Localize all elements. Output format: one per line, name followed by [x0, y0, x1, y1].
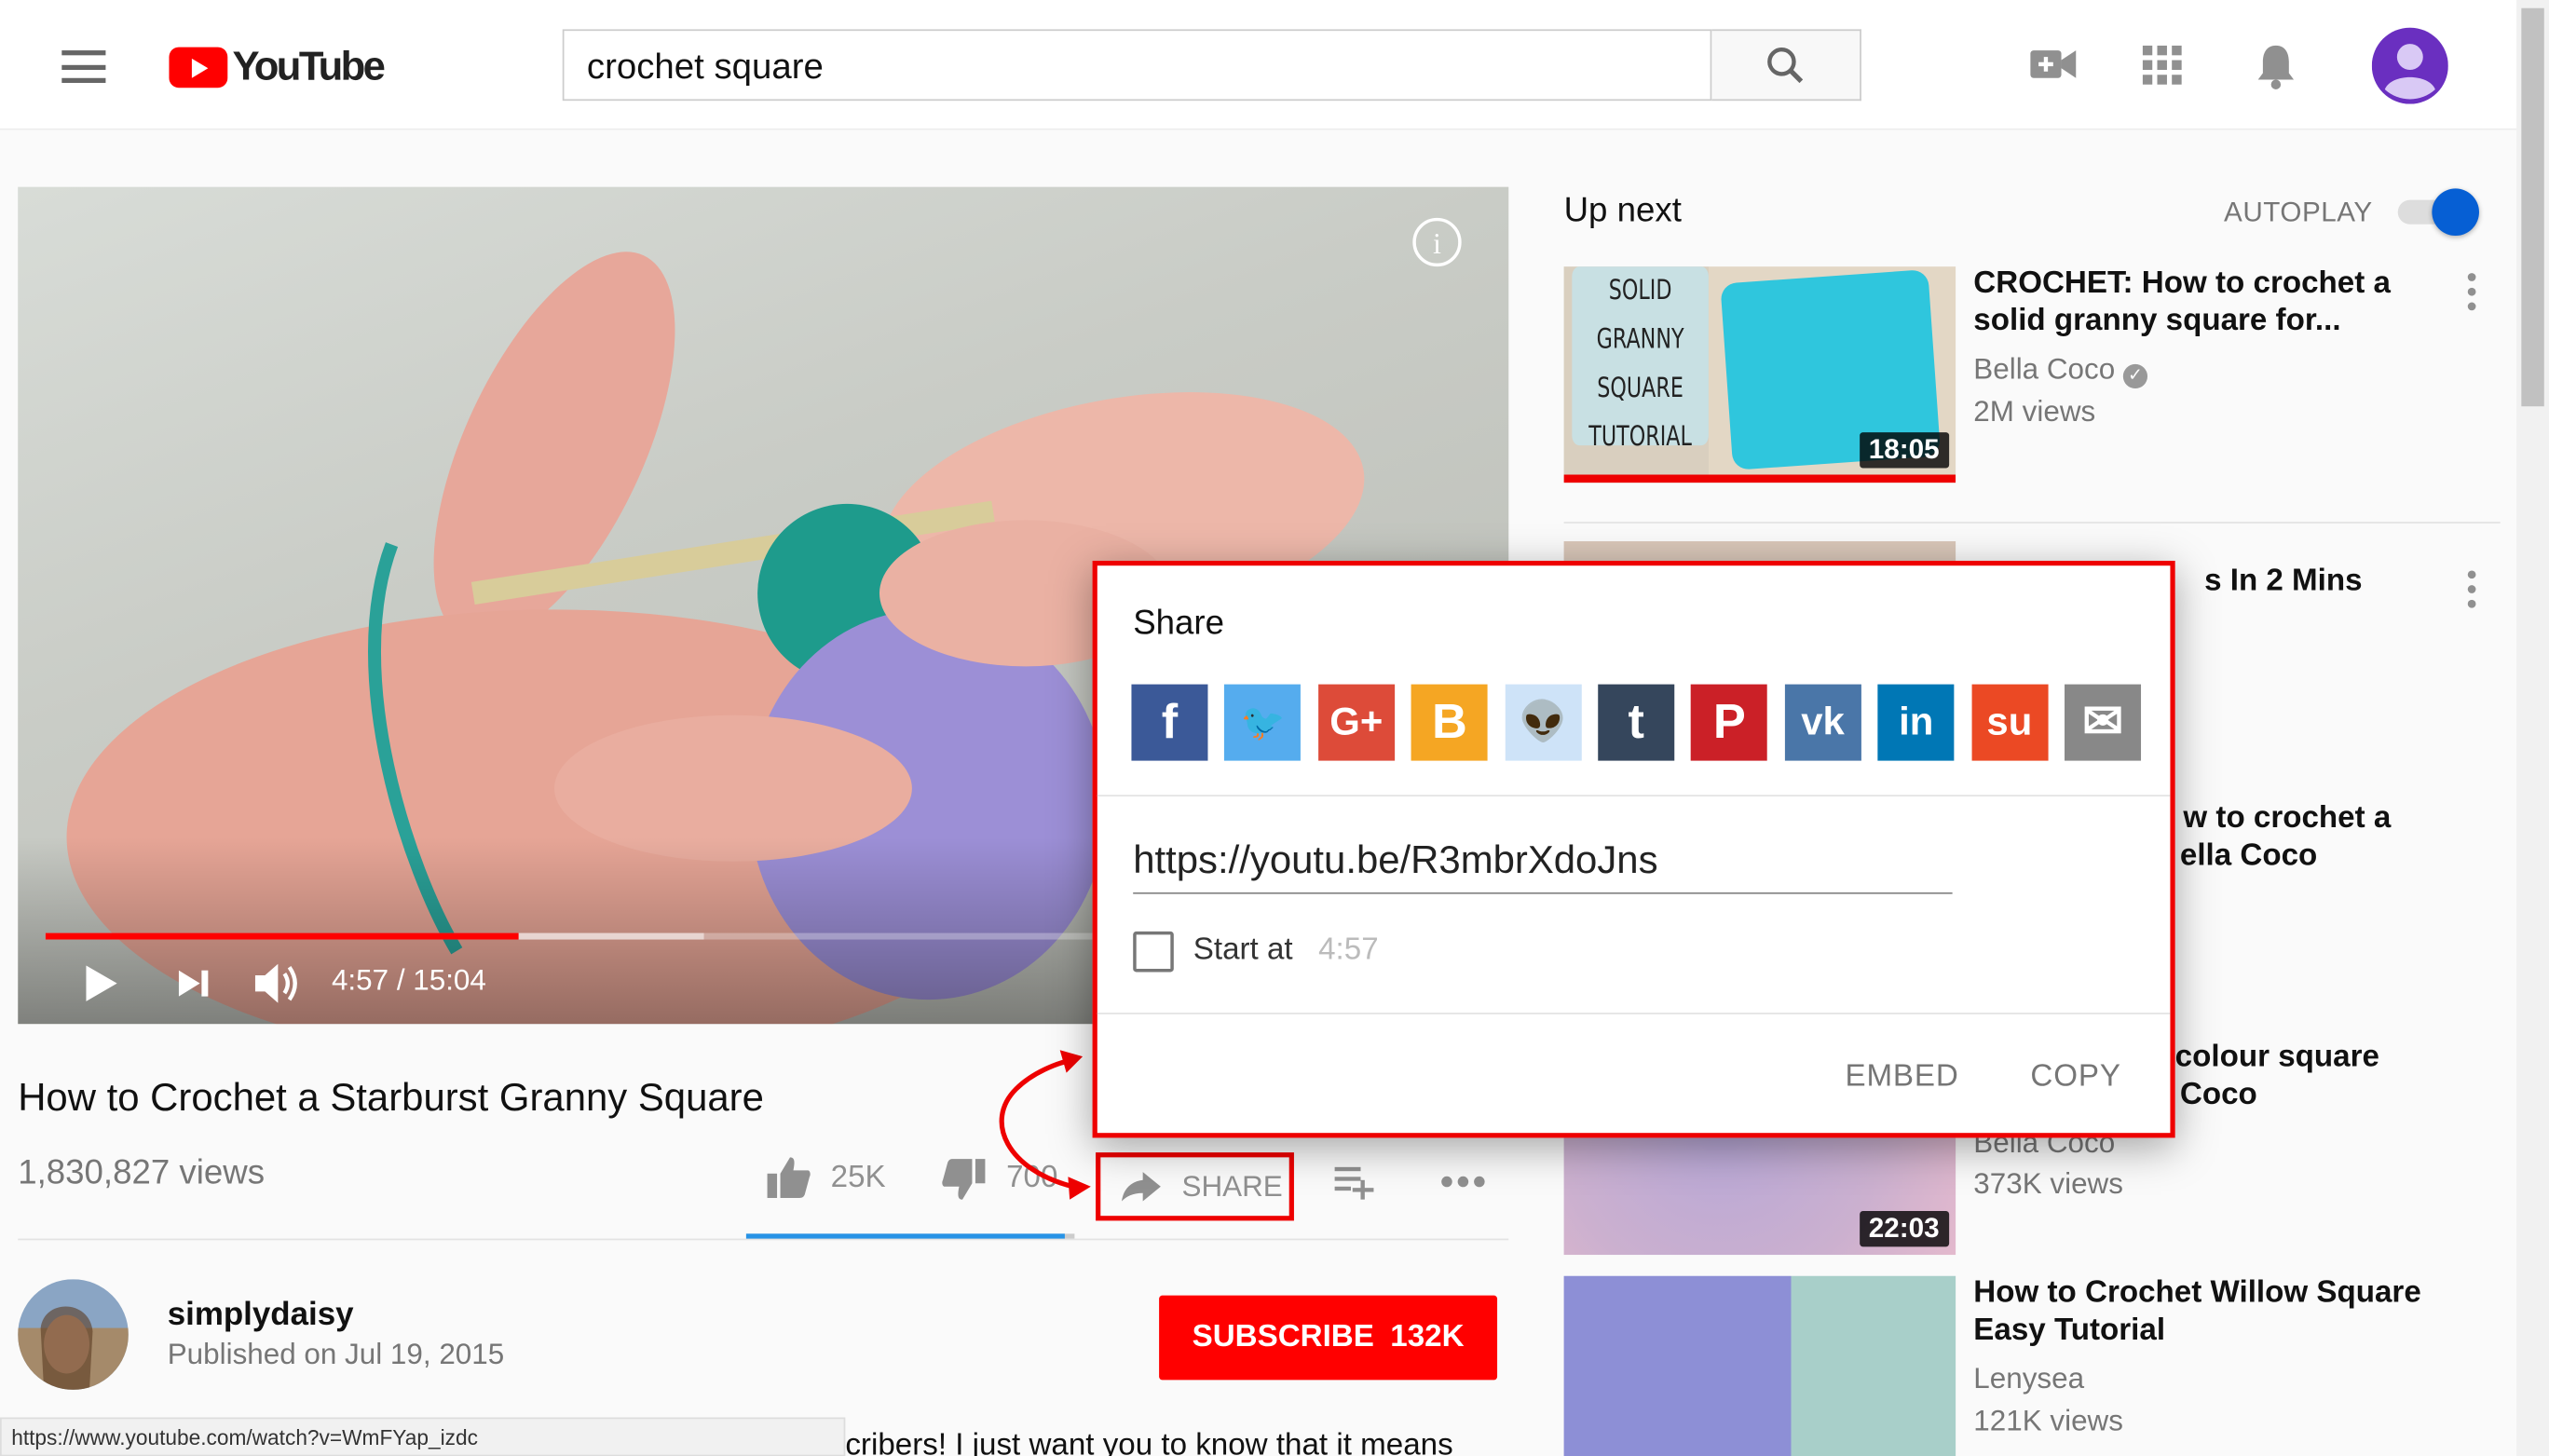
subscribe-label: SUBSCRIBE [1192, 1319, 1374, 1354]
more-actions-icon[interactable] [1440, 1176, 1486, 1189]
more-options-icon[interactable] [2467, 570, 2477, 614]
linkedin-share-icon[interactable]: in [1877, 684, 1955, 761]
share-arrow-icon [1121, 1172, 1161, 1202]
share-button[interactable]: SHARE [1096, 1152, 1294, 1221]
video-title-link-line2: Coco [2179, 1077, 2257, 1112]
subscribe-button[interactable]: SUBSCRIBE 132K [1159, 1295, 1498, 1381]
share-label: SHARE [1181, 1169, 1283, 1203]
channel-name: Lenysea [1973, 1362, 2085, 1395]
view-count: 2M views [1973, 395, 2096, 428]
top-header: YouTube crochet square [0, 0, 2517, 130]
like-count: 25K [830, 1160, 886, 1195]
tumblr-share-icon[interactable]: t [1598, 684, 1675, 761]
time-display: 4:57 / 15:04 [331, 963, 486, 997]
divider [1097, 1013, 2171, 1014]
bell-icon[interactable] [2255, 42, 2297, 90]
embed-button[interactable]: EMBED [1845, 1060, 1958, 1095]
autoplay-label: AUTOPLAY [2224, 197, 2373, 228]
youtube-play-logo-icon [169, 47, 228, 88]
copy-button[interactable]: COPY [2030, 1060, 2120, 1095]
account-avatar[interactable] [2371, 27, 2448, 104]
sentiment-bar [745, 1233, 1075, 1239]
svg-text:i: i [1433, 227, 1441, 260]
youtube-watch-page: YouTube crochet square i 4:57 / 15:04 Ho… [0, 0, 2549, 1456]
twitter-share-icon[interactable]: 🐦 [1224, 684, 1302, 761]
played-bar [45, 932, 518, 940]
menu-icon[interactable] [61, 50, 106, 83]
thumbnail-text: SOLID GRANNY SQUARE TUTORIAL [1572, 266, 1709, 454]
play-icon[interactable] [83, 964, 118, 1003]
video-camera-add-icon[interactable] [2029, 46, 2078, 85]
add-to-playlist-icon[interactable] [1334, 1163, 1377, 1200]
duration-badge: 22:03 [1859, 1210, 1950, 1247]
dialog-title: Share [1133, 605, 1224, 643]
video-title-link[interactable]: colour square [2175, 1039, 2379, 1076]
status-bar-url: https://www.youtube.com/watch?v=WmFYap_i… [0, 1417, 846, 1456]
share-dialog: Share f 🐦 G+ B 👽 t Pvk in su ✉ https://youtu.be/R… [1092, 560, 2175, 1138]
youtube-logo[interactable]: YouTube [169, 44, 386, 91]
duration-badge: 18:05 [1859, 432, 1950, 469]
stumbleupon-share-icon[interactable]: su [1970, 684, 2048, 761]
thumbs-up-icon[interactable] [766, 1156, 811, 1200]
start-at-time[interactable]: 4:57 [1318, 933, 1379, 969]
video-title-link[interactable]: s In 2 Mins [2204, 563, 2363, 600]
next-icon[interactable] [177, 969, 212, 998]
verified-icon: ✓ [2122, 363, 2148, 389]
start-at-label: Start at [1193, 932, 1293, 968]
divider [1563, 522, 2501, 524]
volume-icon[interactable] [253, 960, 302, 1006]
facebook-share-icon[interactable]: f [1131, 684, 1208, 761]
up-next-heading: Up next [1563, 191, 1682, 230]
search-button[interactable] [1711, 29, 1861, 102]
page-scrollbar[interactable] [2516, 0, 2549, 1456]
view-count: 1,830,827 views [18, 1153, 266, 1192]
video-title-link[interactable]: w to crochet a [2183, 799, 2391, 837]
subscriber-count: 132K [1390, 1319, 1465, 1354]
video-title-link-line2: ella Coco [2179, 838, 2318, 874]
start-at-checkbox[interactable] [1133, 931, 1174, 973]
toggle-knob [2432, 188, 2479, 237]
channel-name: Bella Coco ✓ [1973, 347, 2148, 389]
divider [1097, 795, 2171, 797]
search-icon [1767, 48, 1804, 84]
description-text: cribers! I just want you to know that it… [845, 1428, 1453, 1456]
video-thumbnail[interactable]: SOLID GRANNY SQUARE TUTORIAL 18:05 [1563, 266, 1956, 483]
view-count: 373K views [1973, 1166, 2123, 1200]
video-title-link[interactable]: CROCHET: How to crochet a solid granny s… [1973, 265, 2445, 339]
search-input[interactable]: crochet square [562, 29, 1712, 102]
pinterest-share-icon[interactable]: P [1691, 684, 1768, 761]
apps-grid-icon[interactable] [2142, 45, 2184, 87]
video-thumbnail[interactable] [1563, 1275, 1956, 1456]
autoplay-toggle[interactable] [2397, 188, 2479, 237]
divider [18, 1238, 1509, 1241]
scrollbar-thumb[interactable] [2521, 7, 2544, 407]
blogger-share-icon[interactable]: B [1411, 684, 1488, 761]
email-share-icon[interactable]: ✉ [2065, 684, 2142, 761]
video-title: How to Crochet a Starburst Granny Square [18, 1076, 764, 1121]
watched-progress [1563, 474, 1956, 483]
sentiment-like-fill [745, 1233, 1065, 1239]
reddit-share-icon[interactable]: 👽 [1505, 684, 1582, 761]
logo-text: YouTube [232, 44, 386, 89]
annotation-arrow [999, 1050, 1091, 1200]
google-plus-share-icon[interactable]: G+ [1317, 684, 1395, 761]
channel-avatar[interactable] [18, 1279, 129, 1390]
vk-share-icon[interactable]: vk [1784, 684, 1861, 761]
channel-name[interactable]: simplydaisy [168, 1297, 354, 1334]
publish-date: Published on Jul 19, 2015 [167, 1338, 505, 1370]
share-url-input[interactable]: https://youtu.be/R3mbrXdoJns [1133, 838, 1953, 894]
more-options-icon[interactable] [2467, 273, 2477, 317]
video-title-link[interactable]: How to Crochet Willow Square Easy Tutori… [1973, 1274, 2460, 1349]
view-count: 121K views [1973, 1404, 2123, 1437]
